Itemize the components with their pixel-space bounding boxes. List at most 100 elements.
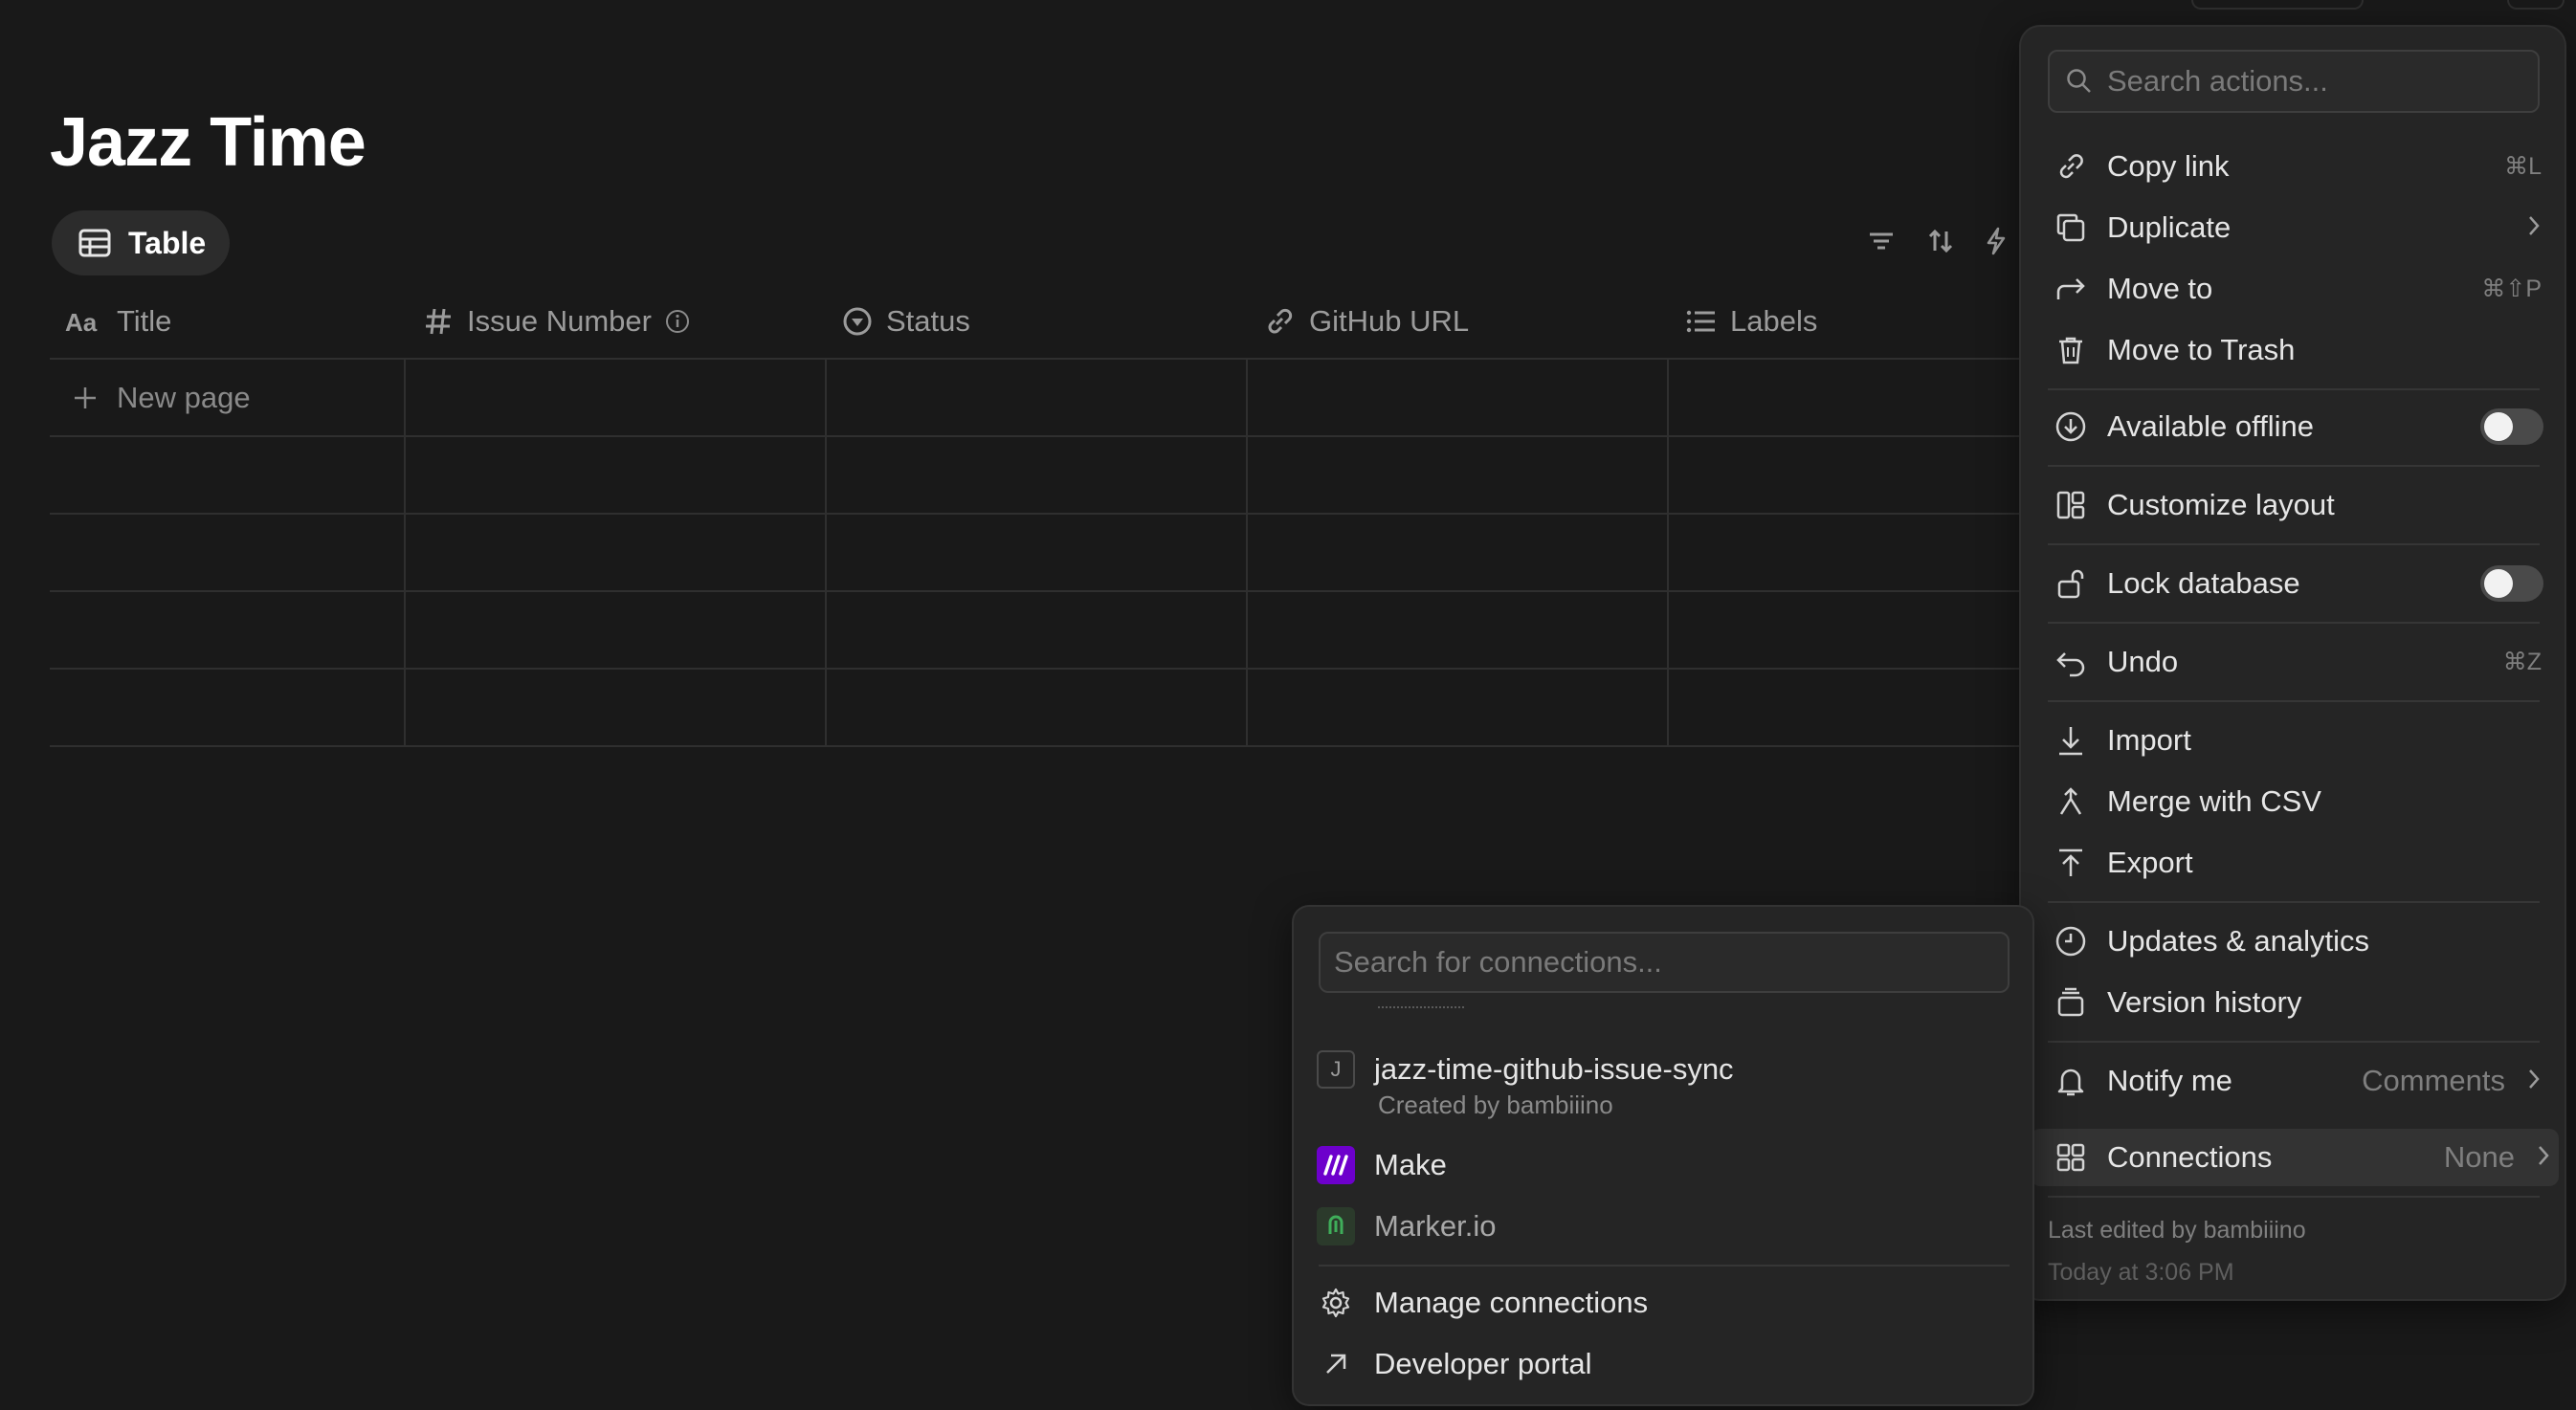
table-cell[interactable] [50,592,406,668]
new-page-button[interactable]: New page [50,360,406,435]
actions-menu: Copy link ⌘L Duplicate Move to ⌘⇧P Move … [2021,27,2565,1299]
notify-me-label: Notify me [2107,1064,2232,1097]
menu-divider [2048,901,2540,903]
merge-icon [2052,782,2090,821]
menu-item-connections[interactable]: Connections None [2031,1129,2559,1186]
menu-item-duplicate[interactable]: Duplicate [2040,199,2549,256]
clock-icon [2052,922,2090,960]
svg-text:Aa: Aa [65,308,98,336]
table-cell[interactable] [406,360,827,435]
connection-item-make[interactable]: Make [1317,1146,2015,1184]
export-icon [2052,844,2090,882]
connection-item-marker-io[interactable]: Marker.io [1317,1207,2015,1245]
gear-icon [1317,1284,1355,1322]
info-icon[interactable] [665,309,690,334]
move-to-icon [2052,270,2090,308]
menu-item-copy-link[interactable]: Copy link ⌘L [2040,138,2549,195]
table-cell[interactable] [50,437,406,513]
table-cell[interactable] [827,437,1248,513]
column-header-github-url[interactable]: GitHub URL [1248,285,1669,358]
column-header-labels[interactable]: Labels [1669,285,2021,358]
connections-grid-icon [2052,1138,2090,1177]
table-cell[interactable] [827,592,1248,668]
menu-divider [2048,1196,2540,1198]
table-cell[interactable] [1248,592,1669,668]
manage-connections-label: Manage connections [1374,1286,1649,1319]
version-history-icon [2052,983,2090,1022]
menu-divider [2048,465,2540,467]
manage-connections-button[interactable]: Manage connections [1317,1284,2015,1322]
connection-name: jazz-time-github-issue-sync [1374,1052,1734,1086]
connection-item-jazz-time-github-issue-sync[interactable]: J jazz-time-github-issue-sync [1317,1050,2015,1089]
column-header-issue-number[interactable]: Issue Number [406,285,827,358]
menu-item-lock-database[interactable]: Lock database [2040,555,2549,612]
table-cell[interactable] [1669,592,2021,668]
table-cell[interactable] [827,515,1248,590]
page-title: Jazz Time [50,104,366,181]
column-issue-number-label: Issue Number [467,304,652,338]
scroll-fade [1378,1006,1464,1014]
menu-item-import[interactable]: Import [2040,712,2549,769]
menu-item-merge-csv[interactable]: Merge with CSV [2040,773,2549,830]
column-status-label: Status [886,304,970,338]
menu-divider [2048,700,2540,702]
table-cell[interactable] [1669,437,2021,513]
column-header-status[interactable]: Status [827,285,1248,358]
menu-item-export[interactable]: Export [2040,834,2549,892]
table-header: Aa Title Issue Number Status GitHub URL [50,285,2021,360]
table-cell[interactable] [827,670,1248,745]
menu-item-available-offline[interactable]: Available offline [2040,398,2549,455]
table-cell[interactable] [1669,670,2021,745]
make-logo-icon [1317,1146,1355,1184]
menu-divider [2048,622,2540,624]
updates-analytics-label: Updates & analytics [2107,924,2369,958]
filter-icon[interactable] [1866,226,1897,256]
menu-divider [2048,543,2540,545]
menu-item-notify-me[interactable]: Notify me Comments [2040,1052,2549,1110]
automation-icon[interactable] [1985,226,2008,256]
menu-item-updates-analytics[interactable]: Updates & analytics [2040,913,2549,970]
connections-search-input[interactable] [1334,945,1994,980]
copy-link-label: Copy link [2107,149,2230,183]
menu-divider [2048,388,2540,390]
menu-item-undo[interactable]: Undo ⌘Z [2040,633,2549,691]
table-cell[interactable] [1248,437,1669,513]
table-cell[interactable] [406,437,827,513]
notify-me-value: Comments [2362,1064,2505,1097]
version-history-label: Version history [2107,985,2302,1019]
menu-item-move-to[interactable]: Move to ⌘⇧P [2040,260,2549,318]
table-cell[interactable] [827,360,1248,435]
table-cell[interactable] [406,515,827,590]
table-cell[interactable] [1669,515,2021,590]
table-cell[interactable] [406,592,827,668]
actions-search-input[interactable] [2107,64,2528,99]
sort-icon[interactable] [1925,226,1956,256]
connection-subtitle: Created by bambiiino [1378,1091,1613,1119]
table-cell[interactable] [1669,360,2021,435]
table-cell[interactable] [50,515,406,590]
submenu-divider [1319,1265,2010,1267]
table-cell[interactable] [1248,670,1669,745]
available-offline-toggle[interactable] [2480,408,2543,445]
merge-csv-label: Merge with CSV [2107,784,2321,818]
move-to-label: Move to [2107,272,2213,305]
column-header-title[interactable]: Aa Title [50,285,406,358]
view-tab-label: Table [128,225,207,260]
table-cell[interactable] [406,670,827,745]
column-title-label: Title [117,304,172,338]
table-cell[interactable] [1248,360,1669,435]
menu-item-version-history[interactable]: Version history [2040,974,2549,1031]
menu-item-move-to-trash[interactable]: Move to Trash [2040,321,2549,379]
layout-icon [2052,486,2090,524]
database-table: Aa Title Issue Number Status GitHub URL [50,285,2021,747]
menu-item-customize-layout[interactable]: Customize layout [2040,476,2549,534]
table-cell[interactable] [1248,515,1669,590]
lock-database-toggle[interactable] [2480,565,2543,602]
developer-portal-link[interactable]: Developer portal [1317,1345,2015,1383]
chevron-right-icon [2524,1067,2543,1096]
undo-label: Undo [2107,645,2179,678]
view-tab-table[interactable]: Table [52,210,230,275]
table-cell[interactable] [50,670,406,745]
copy-link-shortcut: ⌘L [2504,153,2542,180]
connection-name: Make [1374,1148,1447,1181]
